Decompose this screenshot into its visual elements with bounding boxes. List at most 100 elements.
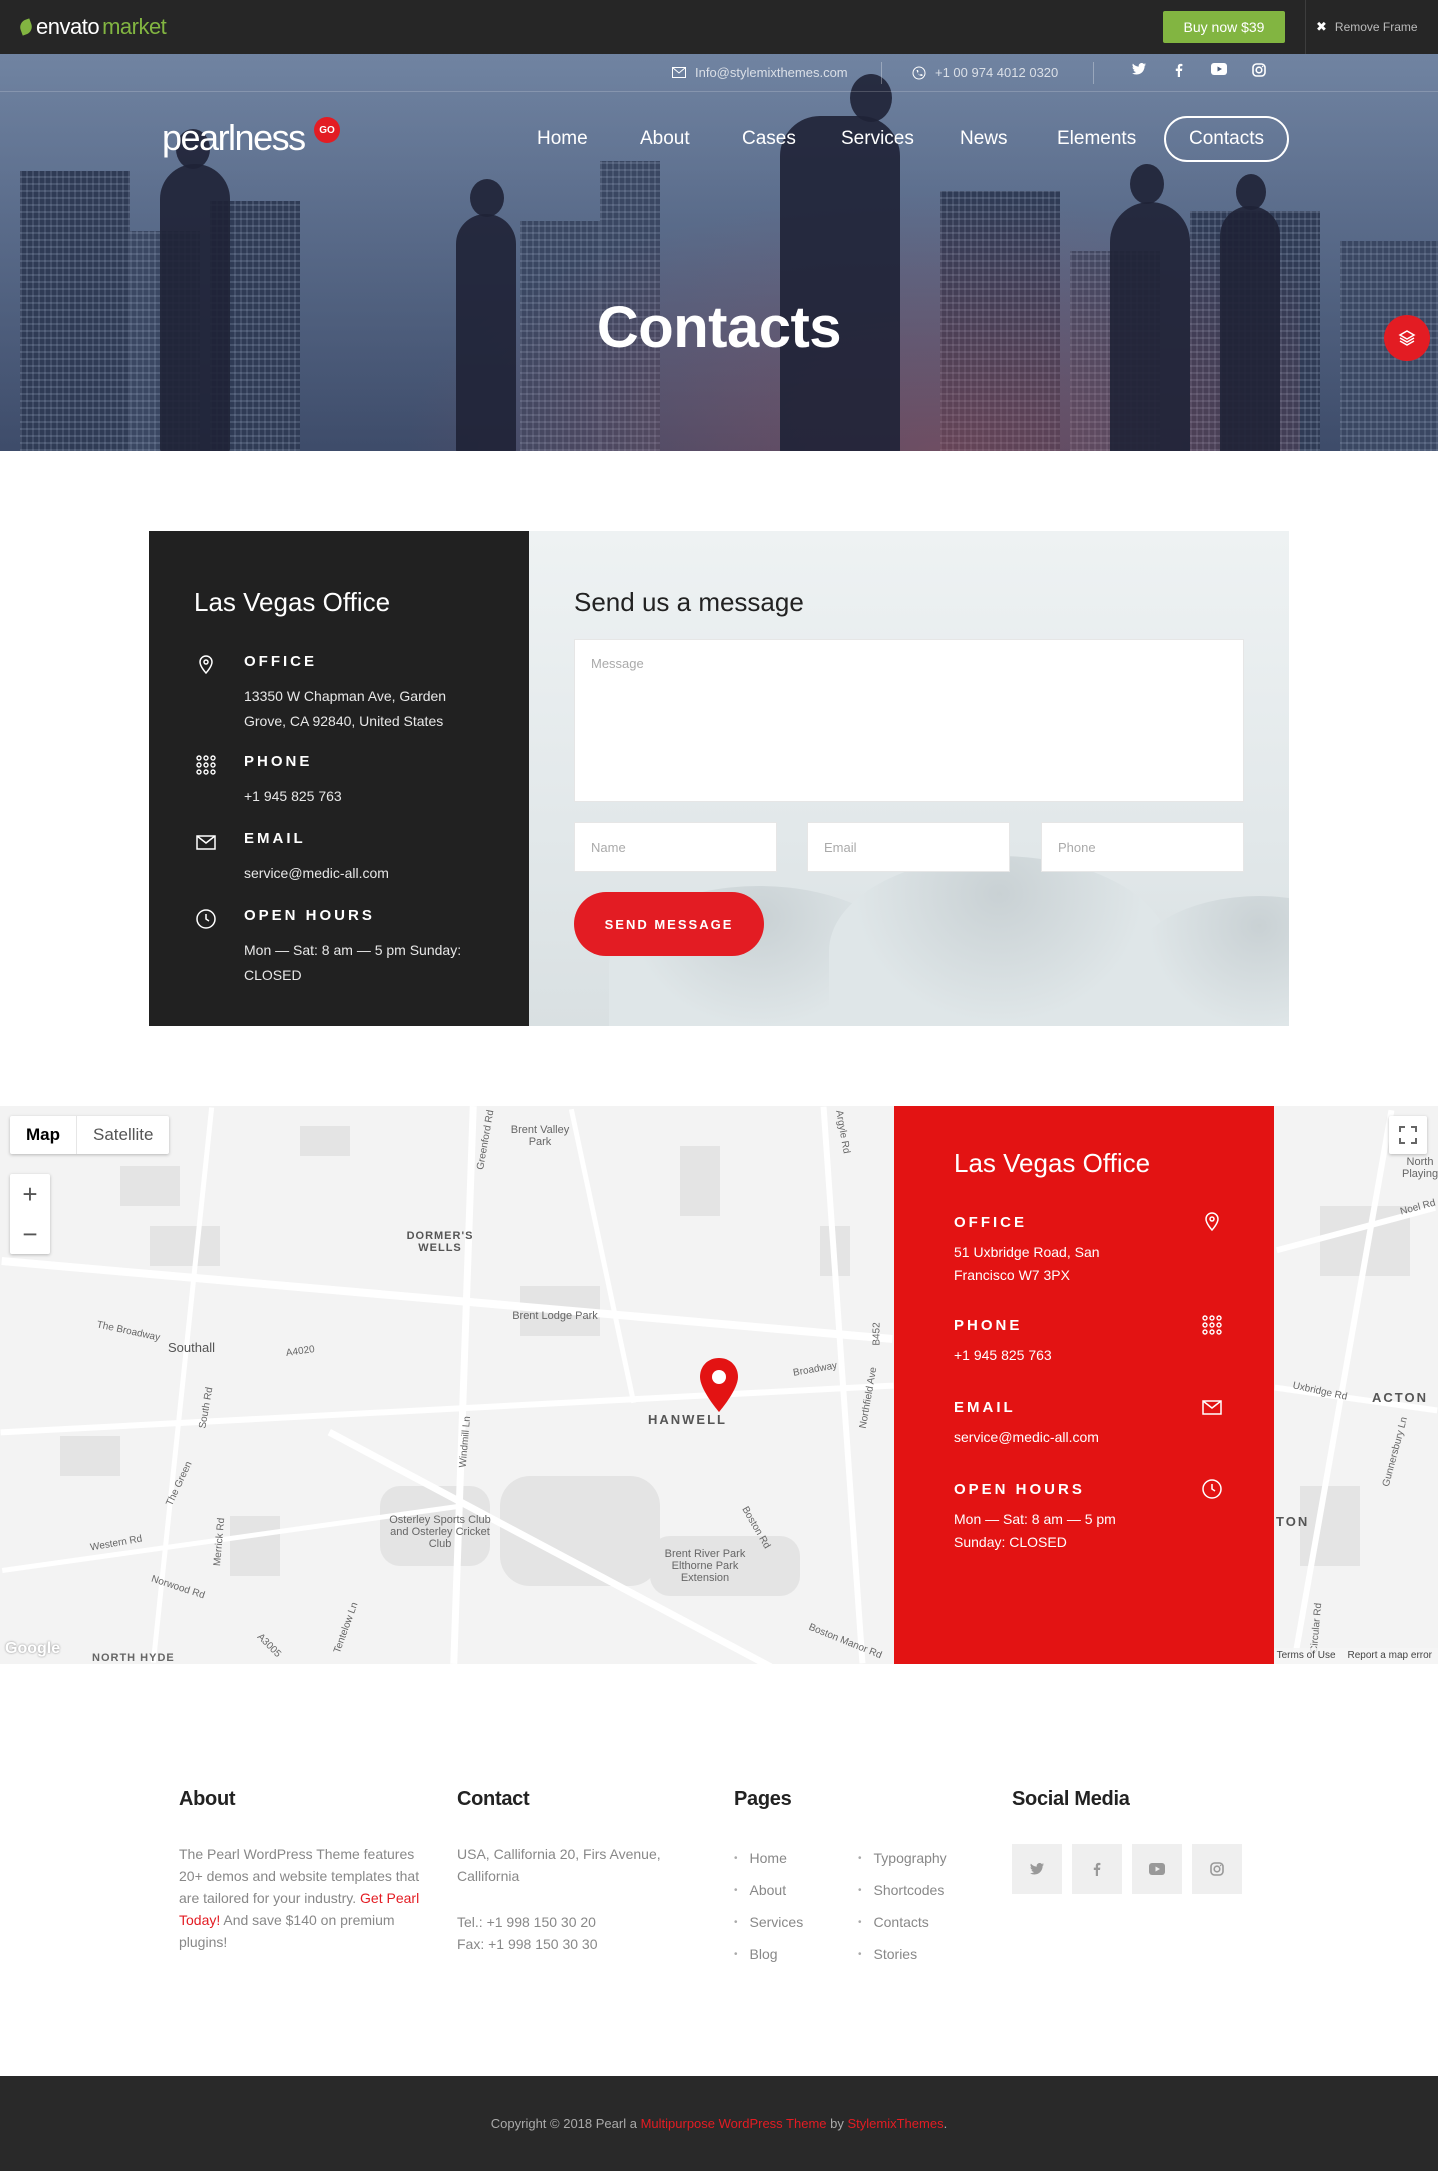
footer-contact-title: Contact [457, 1788, 530, 1810]
map[interactable]: Brent Valley Park DORMER'S WELLS Brent L… [0, 1106, 1438, 1664]
nav-contacts[interactable]: Contacts [1164, 116, 1289, 162]
top-bar: Info@stylemixthemes.com +1 00 974 4012 0… [0, 54, 1438, 92]
email-value[interactable]: service@medic-all.com [244, 861, 484, 886]
nav-news[interactable]: News [960, 128, 1008, 150]
youtube-icon[interactable] [1209, 63, 1229, 78]
divider [1093, 62, 1094, 84]
map-office-email: EMAIL service@medic-all.com [954, 1399, 1224, 1449]
zoom-out-button[interactable]: − [10, 1214, 50, 1254]
facebook-icon[interactable] [1072, 1844, 1122, 1894]
envelope-icon [1202, 1400, 1222, 1415]
footer-link-contacts[interactable]: Contacts [858, 1906, 947, 1938]
phone-icon [912, 66, 926, 79]
clock-icon [1202, 1479, 1222, 1499]
nav-services[interactable]: Services [841, 128, 914, 150]
map-label: Northfield Ave [857, 1366, 880, 1430]
brand-badge: GO [314, 117, 340, 143]
nav-home[interactable]: Home [537, 128, 588, 150]
copyright-bar: Copyright © 2018 Pearl a Multipurpose Wo… [0, 2076, 1438, 2171]
email-input[interactable]: Email [807, 822, 1010, 872]
leaf-icon [17, 18, 35, 36]
phone-value[interactable]: +1 945 825 763 [244, 784, 484, 809]
theme-link[interactable]: Multipurpose WordPress Theme [641, 2116, 827, 2131]
terms-link[interactable]: Terms of Use [1277, 1650, 1336, 1662]
envato-logo-market: market [102, 14, 167, 39]
footer-link-typography[interactable]: Typography [858, 1842, 947, 1874]
map-label: Broadway [792, 1360, 838, 1379]
map-label: Southall [168, 1340, 215, 1355]
envelope-icon [672, 67, 686, 78]
fullscreen-icon [1399, 1126, 1417, 1144]
top-email-text: Info@stylemixthemes.com [695, 65, 848, 80]
dialpad-icon [1202, 1315, 1222, 1335]
map-email-label: EMAIL [954, 1399, 1016, 1416]
map-label: Argyle Rd [833, 1109, 852, 1155]
footer-pages-list-a: Home About Services Blog [734, 1842, 804, 1970]
map-label: DORMER'S WELLS [406, 1230, 474, 1254]
fullscreen-button[interactable] [1389, 1116, 1427, 1154]
phone-input[interactable]: Phone [1041, 822, 1244, 872]
message-textarea[interactable]: Message [574, 639, 1244, 802]
footer: About The Pearl WordPress Theme features… [0, 1664, 1438, 2076]
form-title: Send us a message [574, 587, 804, 617]
phone-label: PHONE [244, 753, 313, 770]
footer-link-shortcodes[interactable]: Shortcodes [858, 1874, 947, 1906]
map-type-map[interactable]: Map [10, 1116, 77, 1154]
report-link[interactable]: Report a map error [1348, 1650, 1432, 1662]
map-pin-icon[interactable] [696, 1356, 742, 1419]
footer-link-blog[interactable]: Blog [734, 1938, 803, 1970]
twitter-icon[interactable] [1129, 63, 1149, 78]
map-type-satellite[interactable]: Satellite [77, 1116, 169, 1154]
footer-link-home[interactable]: Home [734, 1842, 803, 1874]
envelope-icon [196, 835, 216, 850]
envato-logo-text: envato [36, 14, 100, 39]
map-email-value[interactable]: service@medic-all.com [954, 1426, 1134, 1449]
map-label: A4020 [285, 1344, 316, 1359]
footer-link-stories[interactable]: Stories [858, 1938, 947, 1970]
footer-tel: Tel.: +1 998 150 30 20 [457, 1914, 596, 1930]
map-phone-value[interactable]: +1 945 825 763 [954, 1344, 1134, 1367]
divider [1305, 0, 1306, 54]
top-phone[interactable]: +1 00 974 4012 0320 [912, 65, 1058, 80]
map-office-title: Las Vegas Office [954, 1148, 1151, 1178]
envato-logo[interactable]: envato market [17, 14, 167, 40]
layers-button[interactable] [1384, 315, 1430, 361]
buy-now-button[interactable]: Buy now $39 [1163, 11, 1285, 43]
footer-pages: Pages [734, 1788, 984, 1811]
hero: Info@stylemixthemes.com +1 00 974 4012 0… [0, 54, 1438, 451]
map-type-control: Map Satellite [10, 1116, 170, 1154]
copyright-text: Copyright © 2018 Pearl a [490, 2116, 637, 2131]
map-office-phone: PHONE +1 945 825 763 [954, 1315, 1224, 1367]
location-pin-icon [199, 655, 213, 675]
map-label: Merrick Rd [212, 1517, 228, 1567]
name-input[interactable]: Name [574, 822, 777, 872]
nav-about[interactable]: About [640, 128, 690, 150]
map-label: Gunnersbury Ln [1380, 1415, 1410, 1488]
brand-logo[interactable]: pearlness GO [162, 117, 340, 159]
footer-link-about[interactable]: About [734, 1874, 803, 1906]
top-email[interactable]: Info@stylemixthemes.com [672, 65, 848, 80]
facebook-icon[interactable] [1169, 63, 1189, 80]
send-message-button[interactable]: SEND MESSAGE [574, 892, 764, 956]
layers-icon [1398, 330, 1416, 346]
footer-link-services[interactable]: Services [734, 1906, 804, 1938]
copyright-end: . [943, 2116, 948, 2131]
twitter-icon[interactable] [1012, 1844, 1062, 1894]
instagram-icon[interactable] [1192, 1844, 1242, 1894]
nav-elements[interactable]: Elements [1057, 128, 1136, 150]
footer-contact-address: USA, Callifornia 20, Firs Avenue, Callif… [457, 1846, 661, 1884]
instagram-icon[interactable] [1249, 63, 1269, 80]
remove-frame-button[interactable]: ✖ Remove Frame [1316, 19, 1418, 35]
youtube-icon[interactable] [1132, 1844, 1182, 1894]
map-label: Boston Manor Rd [806, 1621, 884, 1662]
map-footer: Terms of Use Report a map error [1270, 1648, 1438, 1664]
stylemix-link[interactable]: StylemixThemes [848, 2116, 944, 2131]
zoom-in-button[interactable]: + [10, 1174, 50, 1214]
top-phone-text: +1 00 974 4012 0320 [935, 65, 1059, 80]
zoom-control: + − [10, 1174, 50, 1254]
map-office-hours: OPEN HOURS Mon — Sat: 8 am — 5 pm Sunday… [954, 1479, 1224, 1554]
nav-cases[interactable]: Cases [742, 128, 796, 150]
location-pin-icon [1205, 1212, 1219, 1232]
map-label: Osterley Sports Club and Osterley Cricke… [389, 1514, 491, 1550]
map-label: Brent River Park Elthorne Park Extension [664, 1548, 746, 1584]
